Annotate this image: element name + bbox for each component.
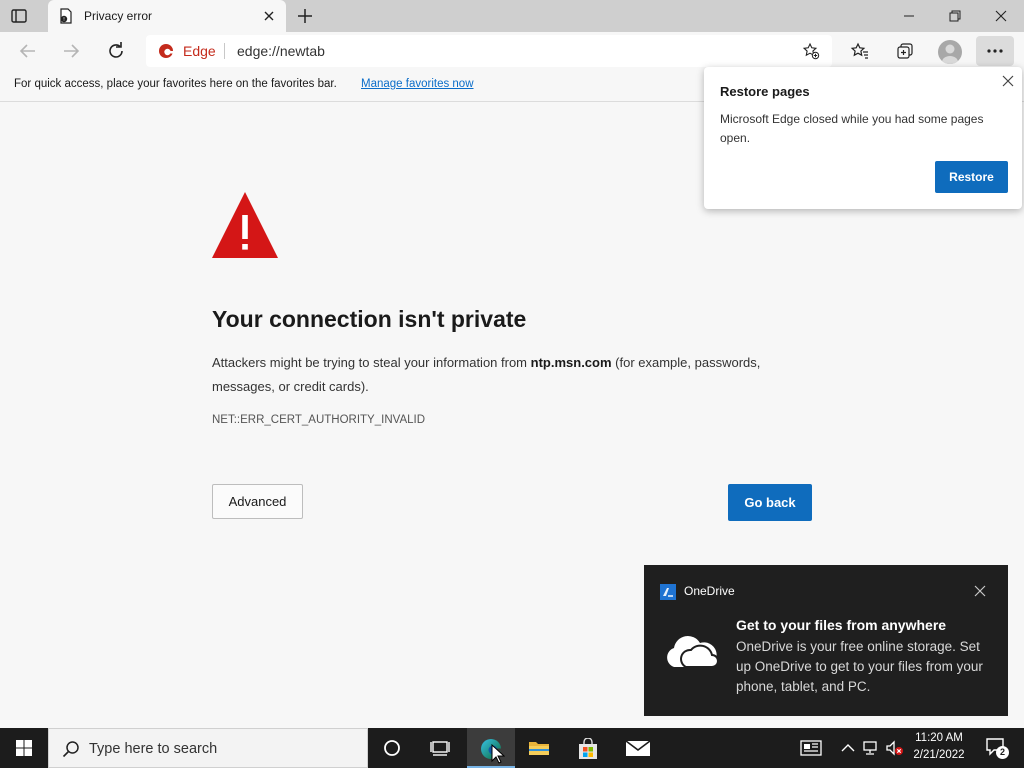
description-before: Attackers might be trying to steal your …	[212, 355, 531, 370]
store-icon[interactable]	[564, 728, 612, 768]
window-close-icon[interactable]	[978, 0, 1024, 32]
onedrive-notification[interactable]: OneDrive Get to your files from anywhere…	[644, 565, 1008, 716]
page-title: Your connection isn't private	[212, 306, 527, 332]
back-arrow-icon[interactable]	[16, 39, 40, 63]
error-description: Attackers might be trying to steal your …	[212, 351, 812, 399]
search-icon	[62, 740, 80, 758]
cortana-icon[interactable]	[368, 728, 416, 768]
restore-message: Microsoft Edge closed while you had some…	[720, 112, 984, 145]
clock-date[interactable]: 2/21/2022	[908, 749, 970, 761]
close-icon[interactable]	[974, 584, 986, 597]
address-separator	[224, 43, 225, 59]
collections-icon[interactable]	[895, 41, 915, 61]
address-brand: Edge	[183, 43, 216, 59]
profile-icon[interactable]	[938, 40, 962, 64]
cursor-icon	[491, 743, 506, 764]
edge-logo-icon	[158, 43, 174, 59]
favorites-bar-hint: For quick access, place your favorites h…	[14, 78, 337, 90]
maximize-icon[interactable]	[932, 0, 978, 32]
toast-title: Get to your files from anywhere	[736, 617, 947, 633]
forward-arrow-icon[interactable]	[59, 39, 83, 63]
notifications-icon[interactable]: 2	[978, 728, 1024, 768]
chevron-up-icon[interactable]	[840, 740, 858, 756]
plus-icon[interactable]	[295, 6, 315, 26]
close-icon[interactable]	[1001, 74, 1015, 88]
restore-button[interactable]: Restore	[935, 161, 1008, 193]
restore-title: Restore pages	[720, 84, 810, 99]
title-bar: ! Privacy error	[0, 0, 1024, 32]
address-bar[interactable]: Edge edge://newtab	[146, 35, 832, 67]
warning-icon	[211, 191, 279, 259]
refresh-icon[interactable]	[104, 39, 128, 63]
folder-icon[interactable]	[515, 728, 563, 768]
advanced-button[interactable]: Advanced	[212, 484, 303, 519]
tab-privacy-error[interactable]: ! Privacy error	[48, 0, 286, 32]
go-back-button[interactable]: Go back	[728, 484, 812, 521]
restore-pages-popup: Restore pages Microsoft Edge closed whil…	[704, 67, 1022, 209]
toolbar: Edge edge://newtab	[0, 32, 1024, 70]
error-host: ntp.msn.com	[530, 355, 612, 370]
taskbar-search[interactable]: Type here to search	[48, 728, 368, 768]
close-icon[interactable]	[262, 9, 276, 23]
address-url[interactable]: edge://newtab	[237, 43, 325, 59]
network-icon[interactable]	[862, 740, 880, 756]
more-icon[interactable]	[976, 36, 1014, 66]
favorites-icon[interactable]	[850, 41, 870, 61]
tab-title: Privacy error	[84, 9, 153, 23]
volume-muted-icon[interactable]	[886, 740, 904, 756]
notification-count: 2	[996, 746, 1009, 759]
tab-actions-icon[interactable]	[10, 7, 28, 25]
svg-text:!: !	[63, 17, 65, 23]
toast-body: OneDrive is your free online storage. Se…	[736, 639, 983, 694]
onedrive-icon	[660, 584, 676, 600]
windows-logo-icon[interactable]	[0, 728, 48, 768]
minimize-icon[interactable]	[886, 0, 932, 32]
search-placeholder: Type here to search	[89, 741, 218, 757]
add-favorite-icon[interactable]	[802, 42, 820, 60]
page-icon: !	[58, 8, 74, 24]
mail-icon[interactable]	[613, 728, 661, 768]
news-icon[interactable]	[800, 740, 822, 756]
toast-app-name: OneDrive	[684, 584, 735, 598]
cloud-icon	[662, 631, 719, 669]
manage-favorites-link[interactable]: Manage favorites now	[361, 78, 474, 90]
taskbar: Type here to search 11:20 AM 2/21/2022 2	[0, 728, 1024, 768]
error-code: NET::ERR_CERT_AUTHORITY_INVALID	[212, 414, 426, 426]
task-view-icon[interactable]	[416, 728, 464, 768]
clock-time[interactable]: 11:20 AM	[912, 732, 966, 744]
